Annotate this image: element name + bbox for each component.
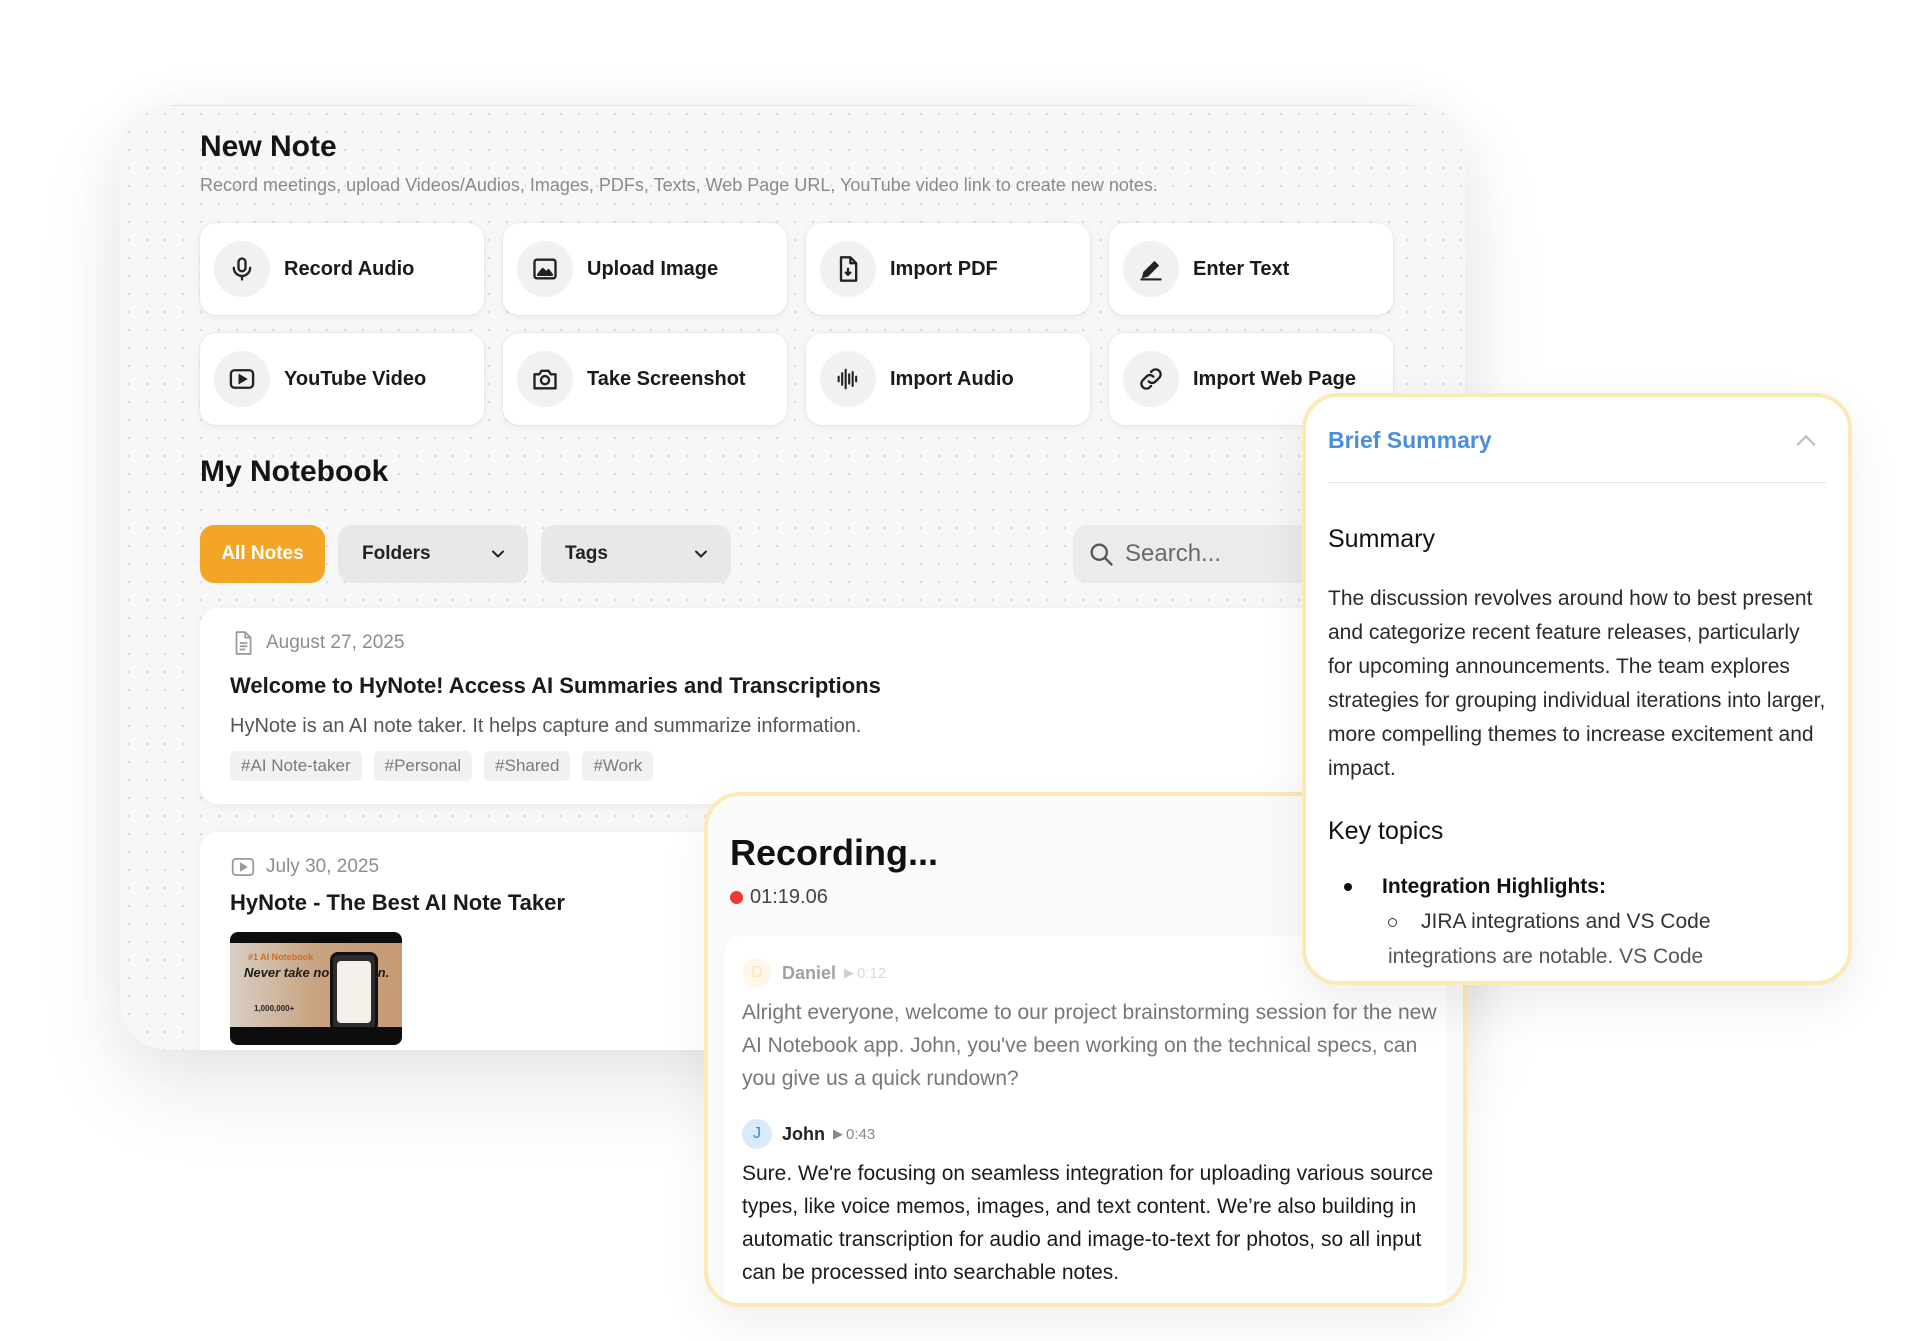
import-audio-button[interactable]: Import Audio — [806, 333, 1090, 425]
sub-topic-text-cont: integrations are notable. VS Code — [1388, 945, 1704, 968]
notebook-title: My Notebook — [200, 455, 389, 488]
summary-section-title: Summary — [1328, 525, 1435, 553]
speaker-row: D Daniel ▶ 0:12 — [742, 958, 886, 988]
avatar: J — [742, 1119, 772, 1149]
waveform-icon — [820, 351, 876, 407]
camera-icon — [517, 351, 573, 407]
avatar: D — [742, 958, 772, 988]
image-icon — [517, 241, 573, 297]
speaker-name: Daniel — [782, 962, 837, 983]
thumbnail-badge: #1 AI Notebook — [248, 952, 314, 962]
sub-topic-text: JIRA integrations and VS Code — [1421, 910, 1711, 933]
message-text: Alright everyone, welcome to our project… — [742, 1001, 1437, 1090]
enter-text-button[interactable]: Enter Text — [1109, 223, 1393, 315]
circle-bullet-icon — [1388, 917, 1397, 927]
tags-dropdown[interactable]: Tags — [541, 525, 731, 583]
search-input[interactable]: Search... — [1073, 525, 1333, 583]
tag-list: #AI Note-taker #Personal #Shared #Work — [230, 751, 654, 781]
import-audio-label: Import Audio — [890, 367, 1014, 390]
tag[interactable]: #AI Note-taker — [230, 751, 362, 781]
tag[interactable]: #Work — [582, 751, 654, 781]
summary-body: The discussion revolves around how to be… — [1328, 587, 1826, 780]
topic-bullet: Integration Highlights: — [1344, 875, 1606, 899]
link-icon — [1123, 351, 1179, 407]
play-icon — [214, 351, 270, 407]
take-screenshot-label: Take Screenshot — [587, 367, 746, 390]
message-text: Sure. We're focusing on seamless integra… — [742, 1162, 1434, 1284]
note-date: August 27, 2025 — [230, 630, 404, 656]
bullet-icon — [1344, 883, 1352, 891]
transcript: D Daniel ▶ 0:12 Alright everyone, welcom… — [724, 936, 1447, 1303]
phone-image — [330, 952, 378, 1032]
recording-elapsed: 01:19.06 — [750, 886, 828, 908]
search-icon — [1090, 543, 1113, 566]
chevron-up-icon[interactable] — [1792, 427, 1820, 455]
record-audio-label: Record Audio — [284, 257, 415, 280]
note-description: HyNote is an AI note taker. It helps cap… — [230, 715, 862, 737]
import-web-page-label: Import Web Page — [1193, 367, 1356, 390]
file-pdf-icon — [820, 241, 876, 297]
topic-sub-bullet: JIRA integrations and VS Code — [1388, 910, 1711, 934]
import-pdf-button[interactable]: Import PDF — [806, 223, 1090, 315]
folders-dropdown[interactable]: Folders — [338, 525, 528, 583]
document-icon — [235, 631, 252, 655]
speaker-row: J John ▶ 0:43 — [742, 1119, 875, 1149]
note-date-text: August 27, 2025 — [266, 632, 405, 653]
search-placeholder: Search... — [1125, 540, 1222, 567]
divider — [170, 105, 1415, 106]
import-pdf-label: Import PDF — [890, 257, 998, 280]
folders-label: Folders — [362, 543, 431, 564]
speaker-name: John — [782, 1123, 825, 1144]
all-notes-filter[interactable]: All Notes — [200, 525, 325, 583]
note-card[interactable]: August 27, 2025 Welcome to HyNote! Acces… — [200, 608, 1350, 804]
summary-panel: Brief Summary Summary The discussion rev… — [1302, 393, 1852, 985]
play-icon[interactable]: ▶ — [844, 965, 854, 981]
video-thumbnail[interactable]: #1 AI Notebook Never take notes again. 1… — [230, 932, 402, 1045]
tags-label: Tags — [565, 543, 608, 564]
summary-header[interactable]: Brief Summary — [1328, 427, 1492, 454]
key-topics-title: Key topics — [1328, 817, 1444, 845]
note-date: July 30, 2025 — [230, 854, 379, 880]
microphone-icon — [214, 241, 270, 297]
take-screenshot-button[interactable]: Take Screenshot — [503, 333, 787, 425]
chevron-down-icon — [695, 550, 707, 558]
speaker-timestamp: 0:12 — [857, 964, 887, 982]
youtube-video-label: YouTube Video — [284, 367, 427, 390]
new-note-title: New Note — [200, 130, 337, 163]
chevron-down-icon — [492, 550, 504, 558]
upload-image-label: Upload Image — [587, 257, 719, 280]
pencil-icon — [1123, 241, 1179, 297]
video-icon — [231, 858, 255, 876]
recording-timer: 01:19.06 — [730, 886, 828, 909]
note-title: HyNote - The Best AI Note Taker — [230, 890, 565, 915]
play-icon[interactable]: ▶ — [833, 1126, 843, 1142]
thumbnail-stat: 1,000,000+ — [254, 1004, 295, 1013]
recording-indicator-icon — [730, 891, 743, 904]
new-note-subtitle: Record meetings, upload Videos/Audios, I… — [200, 175, 1158, 195]
upload-image-button[interactable]: Upload Image — [503, 223, 787, 315]
divider — [1328, 482, 1826, 483]
topic-label: Integration Highlights: — [1382, 875, 1606, 898]
tag[interactable]: #Shared — [484, 751, 571, 781]
tag[interactable]: #Personal — [373, 751, 473, 781]
record-audio-button[interactable]: Record Audio — [200, 223, 484, 315]
enter-text-label: Enter Text — [1193, 257, 1290, 280]
note-date-text: July 30, 2025 — [266, 856, 380, 877]
note-title: Welcome to HyNote! Access AI Summaries a… — [230, 673, 881, 698]
speaker-timestamp: 0:43 — [846, 1125, 876, 1143]
recording-title: Recording... — [730, 832, 939, 873]
youtube-video-button[interactable]: YouTube Video — [200, 333, 484, 425]
